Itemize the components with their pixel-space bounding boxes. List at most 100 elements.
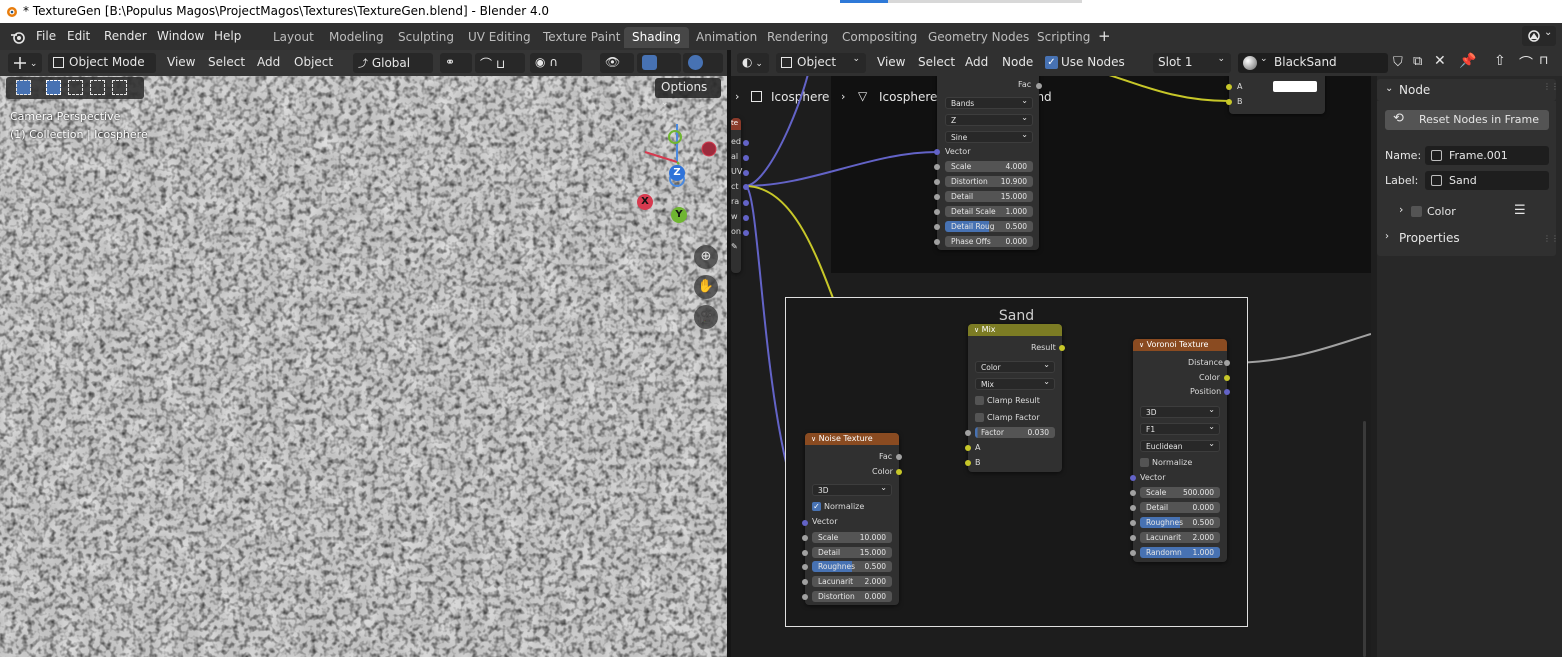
node-menu-node[interactable]: Node [1002, 55, 1033, 69]
voronoi-scale-field[interactable]: Scale 500.000 [1140, 487, 1220, 498]
voronoi-vector-socket[interactable] [1130, 475, 1136, 481]
wave-distortion-field[interactable]: Distortion 10.900 [945, 176, 1033, 187]
mix-b-socket[interactable] [965, 460, 971, 466]
select-invert-icon[interactable] [112, 80, 127, 95]
wave-distortion-socket[interactable] [934, 179, 940, 185]
select-subtract-icon[interactable] [90, 80, 105, 95]
clamp-factor-checkbox[interactable] [975, 413, 984, 422]
tab-sculpting[interactable]: Sculpting [390, 27, 462, 48]
voronoi-dimensions-dropdown[interactable]: 3D [1140, 405, 1220, 418]
tab-layout[interactable]: Layout [265, 27, 322, 48]
noise-roughness-field[interactable]: Roughnes 0.500 [812, 561, 892, 572]
material-slot-selector[interactable]: Slot 1 ⌄ [1153, 53, 1231, 73]
collapse-icon[interactable]: ∨ [974, 326, 979, 334]
select-tool-icon[interactable] [16, 80, 31, 95]
noise-distortion-socket[interactable] [802, 594, 808, 600]
drag-handle-icon[interactable]: ⋮⋮ [1543, 82, 1559, 91]
voronoi-detail-field[interactable]: Detail 0.000 [1140, 502, 1220, 513]
tab-modeling[interactable]: Modeling [321, 27, 392, 48]
noise-vector-socket[interactable] [802, 520, 808, 526]
camera-view-icon[interactable]: 🎥 [694, 305, 718, 329]
tab-texture-paint[interactable]: Texture Paint [535, 27, 628, 48]
voronoi-lacunarity-socket[interactable] [1130, 535, 1136, 541]
tab-uv-editing[interactable]: UV Editing [460, 27, 539, 48]
voronoi-normalize-checkbox[interactable] [1140, 458, 1149, 467]
voronoi-lacunarity-field[interactable]: Lacunarit 2.000 [1140, 532, 1220, 543]
noise-detail-field[interactable]: Detail 15.000 [812, 547, 892, 558]
wave-detail-roughness-socket[interactable] [934, 224, 940, 230]
mode-selector[interactable]: Object Mode [48, 53, 156, 73]
unlink-material-icon[interactable]: ✕ [1434, 53, 1446, 69]
noise-lacunarity-field[interactable]: Lacunarit 2.000 [812, 576, 892, 587]
node-panel-header[interactable]: ⌄ Node [1377, 79, 1556, 101]
socket-camera[interactable] [743, 200, 749, 206]
pivot-selector[interactable]: ⚭ [440, 53, 472, 73]
pan-hand-icon[interactable]: ✋ [694, 275, 718, 299]
menu-edit[interactable]: Edit [67, 29, 90, 43]
collapse-icon[interactable]: ∨ [811, 435, 816, 443]
properties-panel-header[interactable]: › Properties [1377, 227, 1556, 249]
use-nodes-checkbox[interactable]: ✓ [1045, 56, 1058, 69]
tab-animation[interactable]: Animation [688, 27, 765, 48]
mix-factor-socket[interactable] [965, 430, 971, 436]
tab-compositing[interactable]: Compositing [834, 27, 925, 48]
wave-fac-socket[interactable] [1036, 83, 1042, 89]
voronoi-feature-dropdown[interactable]: F1 [1140, 422, 1220, 435]
tab-shading[interactable]: Shading [624, 27, 689, 48]
tab-geometry-nodes[interactable]: Geometry Nodes [920, 27, 1037, 48]
mix-blend-dropdown[interactable]: Mix [975, 377, 1055, 390]
mix-a-socket[interactable] [965, 445, 971, 451]
color-swatch[interactable] [1273, 81, 1317, 92]
select-new-icon[interactable] [46, 80, 61, 95]
socket-object[interactable] [743, 184, 749, 190]
pin-icon[interactable]: 📌 [1459, 53, 1476, 69]
wave-direction-dropdown[interactable]: Z [945, 113, 1033, 126]
snap-node-icon[interactable]: ⌒ [1519, 53, 1533, 73]
mix-factor-field[interactable]: Factor 0.030 [975, 427, 1055, 438]
voronoi-distance-socket[interactable] [1224, 360, 1230, 366]
parent-node-tree-icon[interactable]: ⇧ [1494, 53, 1506, 69]
voronoi-color-socket[interactable] [1224, 375, 1230, 381]
orientation-selector[interactable]: ⤴ Global [353, 53, 433, 73]
mix-upper-a-socket[interactable] [1226, 84, 1232, 90]
add-workspace-button[interactable]: + [1098, 27, 1111, 45]
viewport-options-button[interactable]: Options ⌄ [655, 78, 721, 108]
overlay-toggle[interactable] [683, 53, 723, 73]
blender-menu-icon[interactable] [10, 29, 26, 45]
wave-profile-dropdown[interactable]: Sine [945, 130, 1033, 143]
mix-upper-b-socket[interactable] [1226, 99, 1232, 105]
socket-reflection[interactable] [743, 230, 749, 236]
viewport-menu-view[interactable]: View [167, 55, 195, 69]
snap-mode-icon[interactable]: ⊓ [1539, 53, 1548, 67]
menu-help[interactable]: Help [214, 29, 241, 43]
clamp-result-checkbox[interactable] [975, 396, 984, 405]
node-editor-type-selector[interactable]: ◐ ⌄ [737, 53, 769, 73]
wave-type-dropdown[interactable]: Bands [945, 96, 1033, 109]
wave-scale-field[interactable]: Scale 4.000 [945, 161, 1033, 172]
tab-scripting[interactable]: Scripting [1029, 27, 1098, 48]
wave-phase-offset-field[interactable]: Phase Offs 0.000 [945, 236, 1033, 247]
wave-detail-scale-field[interactable]: Detail Scale 1.000 [945, 206, 1033, 217]
gizmo-x-icon[interactable]: X [637, 194, 653, 210]
collapse-icon[interactable]: ∨ [1139, 341, 1144, 349]
menu-render[interactable]: Render [104, 29, 147, 43]
node-menu-view[interactable]: View [877, 55, 905, 69]
visibility-selector[interactable]: 👁 [600, 53, 634, 73]
socket-window[interactable] [743, 215, 749, 221]
shader-type-selector[interactable]: Object ⌄ [776, 53, 866, 73]
socket-generated[interactable] [743, 140, 749, 146]
noise-roughness-socket[interactable] [802, 564, 808, 570]
menu-file[interactable]: File [36, 29, 56, 43]
material-name[interactable]: BlackSand [1274, 55, 1337, 69]
drag-handle-icon[interactable]: ⋮⋮ [1543, 234, 1559, 243]
3d-viewport[interactable]: ⌄ Object Mode View Select Add Object ⤴ G… [0, 50, 727, 657]
gizmo-y-icon[interactable]: Y [671, 207, 687, 223]
noise-scale-field[interactable]: Scale 10.000 [812, 532, 892, 543]
voronoi-scale-socket[interactable] [1130, 490, 1136, 496]
reset-nodes-button[interactable]: ⟲ Reset Nodes in Frame [1385, 110, 1549, 130]
voronoi-position-socket[interactable] [1224, 389, 1230, 395]
voronoi-roughness-socket[interactable] [1130, 520, 1136, 526]
wave-scale-socket[interactable] [934, 164, 940, 170]
wave-detail-scale-socket[interactable] [934, 209, 940, 215]
node-editor-canvas[interactable]: › Icosphere › ▽ Icosphere › BlackSand te… [731, 76, 1371, 657]
